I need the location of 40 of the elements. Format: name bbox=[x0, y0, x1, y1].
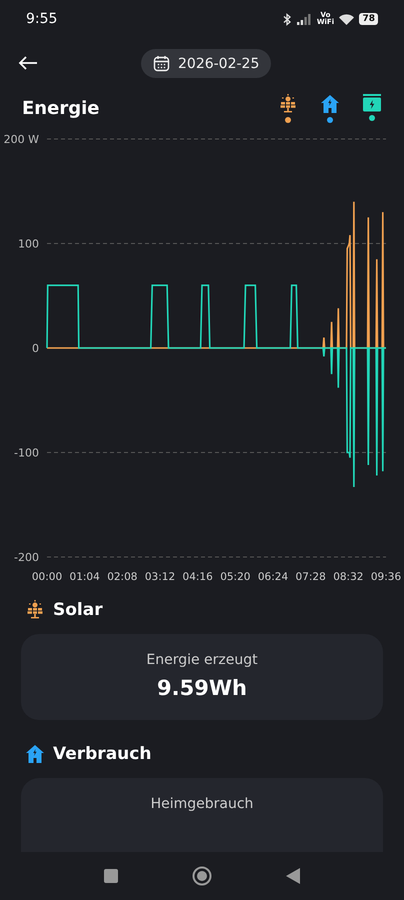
square-icon bbox=[104, 869, 118, 883]
axis-label: 09:36 bbox=[370, 571, 402, 583]
axis-label: 200 W bbox=[4, 133, 39, 146]
axis-label: 05:20 bbox=[220, 571, 250, 583]
axis-label: 100 bbox=[18, 238, 39, 250]
axis-label: 03:12 bbox=[144, 571, 176, 583]
circle-icon bbox=[192, 866, 212, 886]
bluetooth-icon bbox=[283, 12, 292, 26]
section-title: Energie bbox=[22, 98, 100, 118]
axis-label: -100 bbox=[14, 446, 39, 460]
axis-label: -200 bbox=[14, 551, 39, 564]
axis-label: 04:16 bbox=[182, 571, 213, 583]
axis-label: 02:08 bbox=[107, 571, 138, 583]
house-icon bbox=[25, 744, 45, 764]
legend-toggle[interactable] bbox=[278, 94, 298, 122]
battery-icon bbox=[362, 94, 382, 112]
stat-label: Heimgebrauch bbox=[150, 796, 254, 812]
solar-panel-icon bbox=[278, 94, 298, 114]
axis-label: 01:04 bbox=[70, 571, 100, 583]
axis-label: 07:28 bbox=[296, 571, 326, 583]
legend-toggle[interactable] bbox=[320, 94, 340, 122]
clock: 9:55 bbox=[26, 11, 58, 27]
triangle-icon bbox=[286, 868, 300, 884]
stat-label: Energie erzeugt bbox=[146, 652, 258, 668]
solar-panel-icon bbox=[25, 600, 45, 620]
legend-toggle[interactable] bbox=[362, 94, 382, 122]
section-title: Solar bbox=[53, 600, 103, 620]
signal-icon bbox=[297, 14, 312, 24]
axis-label: 08:32 bbox=[333, 571, 364, 583]
date-picker-button[interactable]: 2026-02-25 bbox=[141, 49, 272, 78]
axis-label: 00:00 bbox=[32, 571, 62, 583]
axis-label: 0 bbox=[32, 342, 39, 355]
back-arrow-icon bbox=[18, 55, 38, 71]
house-icon bbox=[320, 94, 340, 114]
battery-indicator: 78 bbox=[359, 13, 378, 25]
stat-value: 9.59Wh bbox=[157, 676, 247, 700]
axis-label: 06:24 bbox=[258, 571, 288, 583]
calendar-icon bbox=[153, 55, 170, 72]
wifi-icon bbox=[339, 14, 354, 24]
section-title: Verbrauch bbox=[53, 744, 152, 764]
